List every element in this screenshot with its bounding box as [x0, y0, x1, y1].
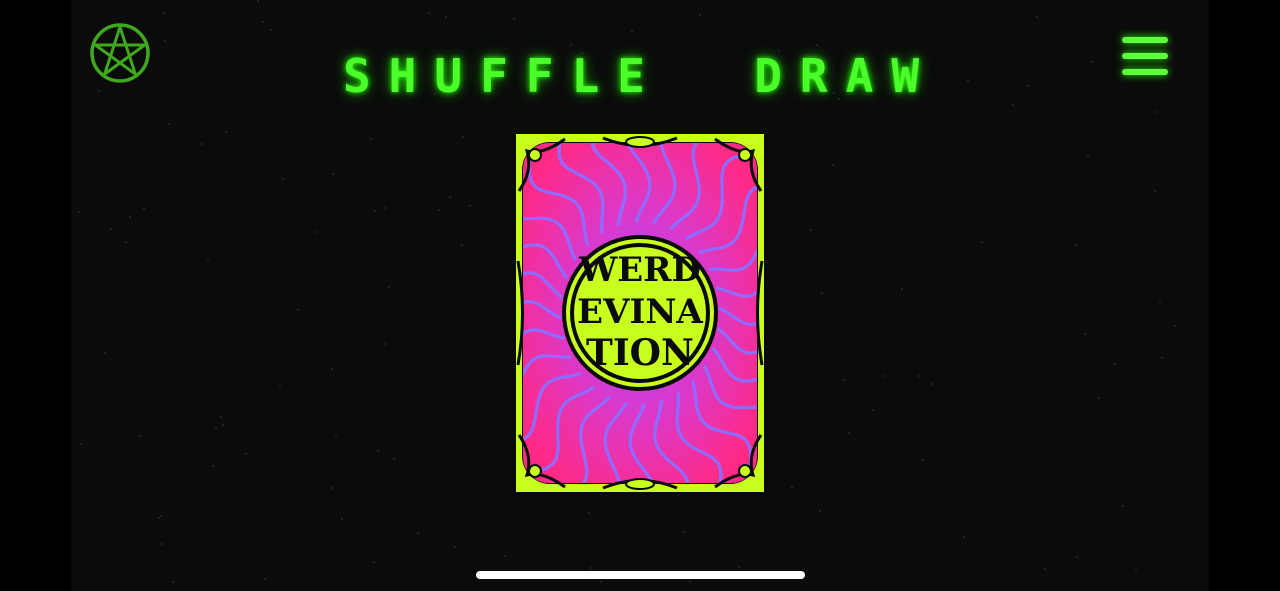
pentagram-button[interactable]: [89, 22, 151, 84]
card-logo-line-3: TION: [586, 332, 694, 374]
home-indicator[interactable]: [476, 571, 805, 579]
card-logo-line-1: WERD: [578, 250, 701, 290]
app-screen: SHUFFLE DRAW WERD EVINA TION: [0, 0, 1280, 591]
card-back-artwork: WERD EVINA TION: [513, 131, 767, 495]
pentagram-icon: [90, 23, 150, 83]
menu-button[interactable]: [1118, 33, 1172, 79]
page-title: SHUFFLE DRAW: [342, 49, 938, 103]
card-logo-line-2: EVINA: [577, 292, 703, 332]
tarot-card-back[interactable]: WERD EVINA TION: [513, 131, 767, 495]
